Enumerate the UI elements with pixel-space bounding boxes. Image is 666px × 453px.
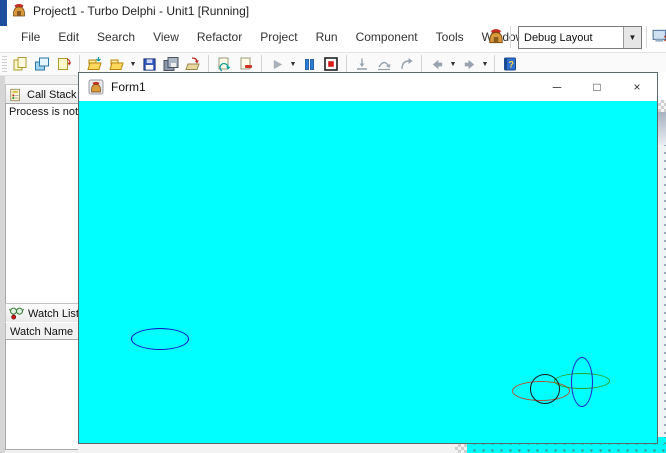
- right-dock-sliver: [658, 72, 666, 453]
- menu-project[interactable]: Project: [251, 30, 306, 44]
- new-items-icon: [13, 57, 27, 71]
- toolbar-separator: [208, 55, 209, 73]
- delphi-logo-icon: [489, 28, 503, 44]
- form1-title: Form1: [111, 80, 146, 94]
- menu-file[interactable]: File: [12, 30, 49, 44]
- menu-edit[interactable]: Edit: [49, 30, 88, 44]
- background-window-stripe: [0, 0, 7, 26]
- form1-window[interactable]: Form1 ─ □ ×: [78, 72, 658, 444]
- bottom-checker: [455, 444, 467, 453]
- ide-titlebar: Project1 - Turbo Delphi - Unit1 [Running…: [0, 0, 666, 22]
- new-form-icon: [35, 57, 49, 71]
- toolbar-separator: [346, 55, 347, 73]
- menubar-separator: [510, 26, 511, 48]
- toolbar-separator: [421, 55, 422, 73]
- svg-text:?: ?: [508, 60, 514, 70]
- watch-name-column[interactable]: Watch Name: [6, 325, 83, 338]
- run-until-return-icon: [401, 58, 413, 70]
- ide-title: Project1 - Turbo Delphi - Unit1 [Running…: [33, 4, 250, 18]
- ellipse-blue-left: [131, 328, 189, 350]
- menu-tools[interactable]: Tools: [427, 30, 473, 44]
- call-stack-caption-label: Call Stack: [27, 88, 77, 101]
- form1-app-icon: [88, 79, 104, 95]
- form1-titlebar[interactable]: Form1 ─ □ ×: [79, 73, 657, 101]
- new-items-button[interactable]: [9, 54, 31, 74]
- new-unit-icon: [58, 58, 72, 70]
- open-project-button[interactable]: [106, 54, 128, 74]
- trace-into-icon: [357, 58, 367, 70]
- run-until-return-button[interactable]: [395, 54, 417, 74]
- toolbar-separator: [79, 55, 80, 73]
- menubar-separator-2: [646, 26, 647, 48]
- minimize-button[interactable]: ─: [537, 73, 577, 101]
- menu-view[interactable]: View: [144, 30, 188, 44]
- run-dropdown[interactable]: ▼: [288, 54, 298, 74]
- run-button[interactable]: [266, 54, 288, 74]
- run-icon: [273, 59, 282, 69]
- right-sliver-panel-header: [658, 112, 666, 145]
- navigate-back-icon: [432, 59, 442, 69]
- save-button[interactable]: [138, 54, 160, 74]
- add-file-icon: [218, 57, 231, 72]
- desktop-layout-value: Debug Layout: [524, 31, 593, 44]
- save-all-button[interactable]: [160, 54, 182, 74]
- form-client[interactable]: [79, 101, 657, 443]
- form-designer-sliver: [467, 444, 666, 453]
- navigate-back-dropdown[interactable]: ▼: [448, 54, 458, 74]
- screen: Project1 - Turbo Delphi - Unit1 [Running…: [0, 0, 666, 453]
- add-file-button[interactable]: [213, 54, 235, 74]
- open-button[interactable]: [84, 54, 106, 74]
- form1-window-controls: ─ □ ×: [537, 73, 657, 101]
- delphi-helmet-icon: [13, 3, 25, 17]
- open-icon: [87, 57, 102, 70]
- help-book-icon: ?: [504, 57, 516, 71]
- stop-icon: [324, 57, 338, 71]
- right-sliver-checker: [658, 100, 666, 112]
- close-button[interactable]: ×: [617, 73, 657, 101]
- pause-button[interactable]: [298, 54, 320, 74]
- circle-black: [530, 374, 560, 404]
- maximize-button[interactable]: □: [577, 73, 617, 101]
- menu-component[interactable]: Component: [347, 30, 427, 44]
- pause-icon: [304, 58, 314, 70]
- new-form-button[interactable]: [31, 54, 53, 74]
- open-project-icon: [109, 59, 124, 70]
- remove-file-icon: [240, 57, 252, 70]
- menubar: File Edit Search View Refactor Project R…: [0, 22, 666, 52]
- save-all-icon: [163, 57, 179, 71]
- navigate-forward-button[interactable]: [458, 54, 480, 74]
- menu-run[interactable]: Run: [307, 30, 347, 44]
- right-sliver-top: [658, 72, 666, 100]
- remove-file-button[interactable]: [235, 54, 257, 74]
- new-unit-button[interactable]: [53, 54, 75, 74]
- close-file-button[interactable]: [182, 54, 204, 74]
- watch-list-caption-label: Watch List: [28, 307, 79, 320]
- navigate-back-button[interactable]: [426, 54, 448, 74]
- right-sliver-dots: [658, 145, 666, 437]
- bottom-editor-sliver: [78, 444, 455, 453]
- desktop-layout-combo[interactable]: Debug Layout ▼: [518, 26, 642, 49]
- save-icon: [142, 57, 156, 71]
- close-file-icon: [185, 57, 200, 70]
- menu-search[interactable]: Search: [88, 30, 144, 44]
- trace-into-button[interactable]: [351, 54, 373, 74]
- navigate-forward-icon: [464, 59, 474, 69]
- combo-dropdown-button[interactable]: ▼: [623, 27, 641, 48]
- open-project-dropdown[interactable]: ▼: [128, 54, 138, 74]
- navigate-forward-dropdown[interactable]: ▼: [480, 54, 490, 74]
- toolbar-separator: [261, 55, 262, 73]
- ellipse-blue-vertical: [571, 357, 593, 407]
- watch-list-icon: [9, 307, 24, 320]
- call-stack-icon: [10, 88, 20, 101]
- toolbar-grip[interactable]: [2, 56, 7, 72]
- step-over-icon: [378, 61, 391, 71]
- help-contents-button[interactable]: ?: [499, 54, 521, 74]
- toolbar-separator: [494, 55, 495, 73]
- stop-button[interactable]: [320, 54, 342, 74]
- menu-refactor[interactable]: Refactor: [188, 30, 251, 44]
- step-over-button[interactable]: [373, 54, 395, 74]
- save-layout-icon[interactable]: [651, 27, 666, 45]
